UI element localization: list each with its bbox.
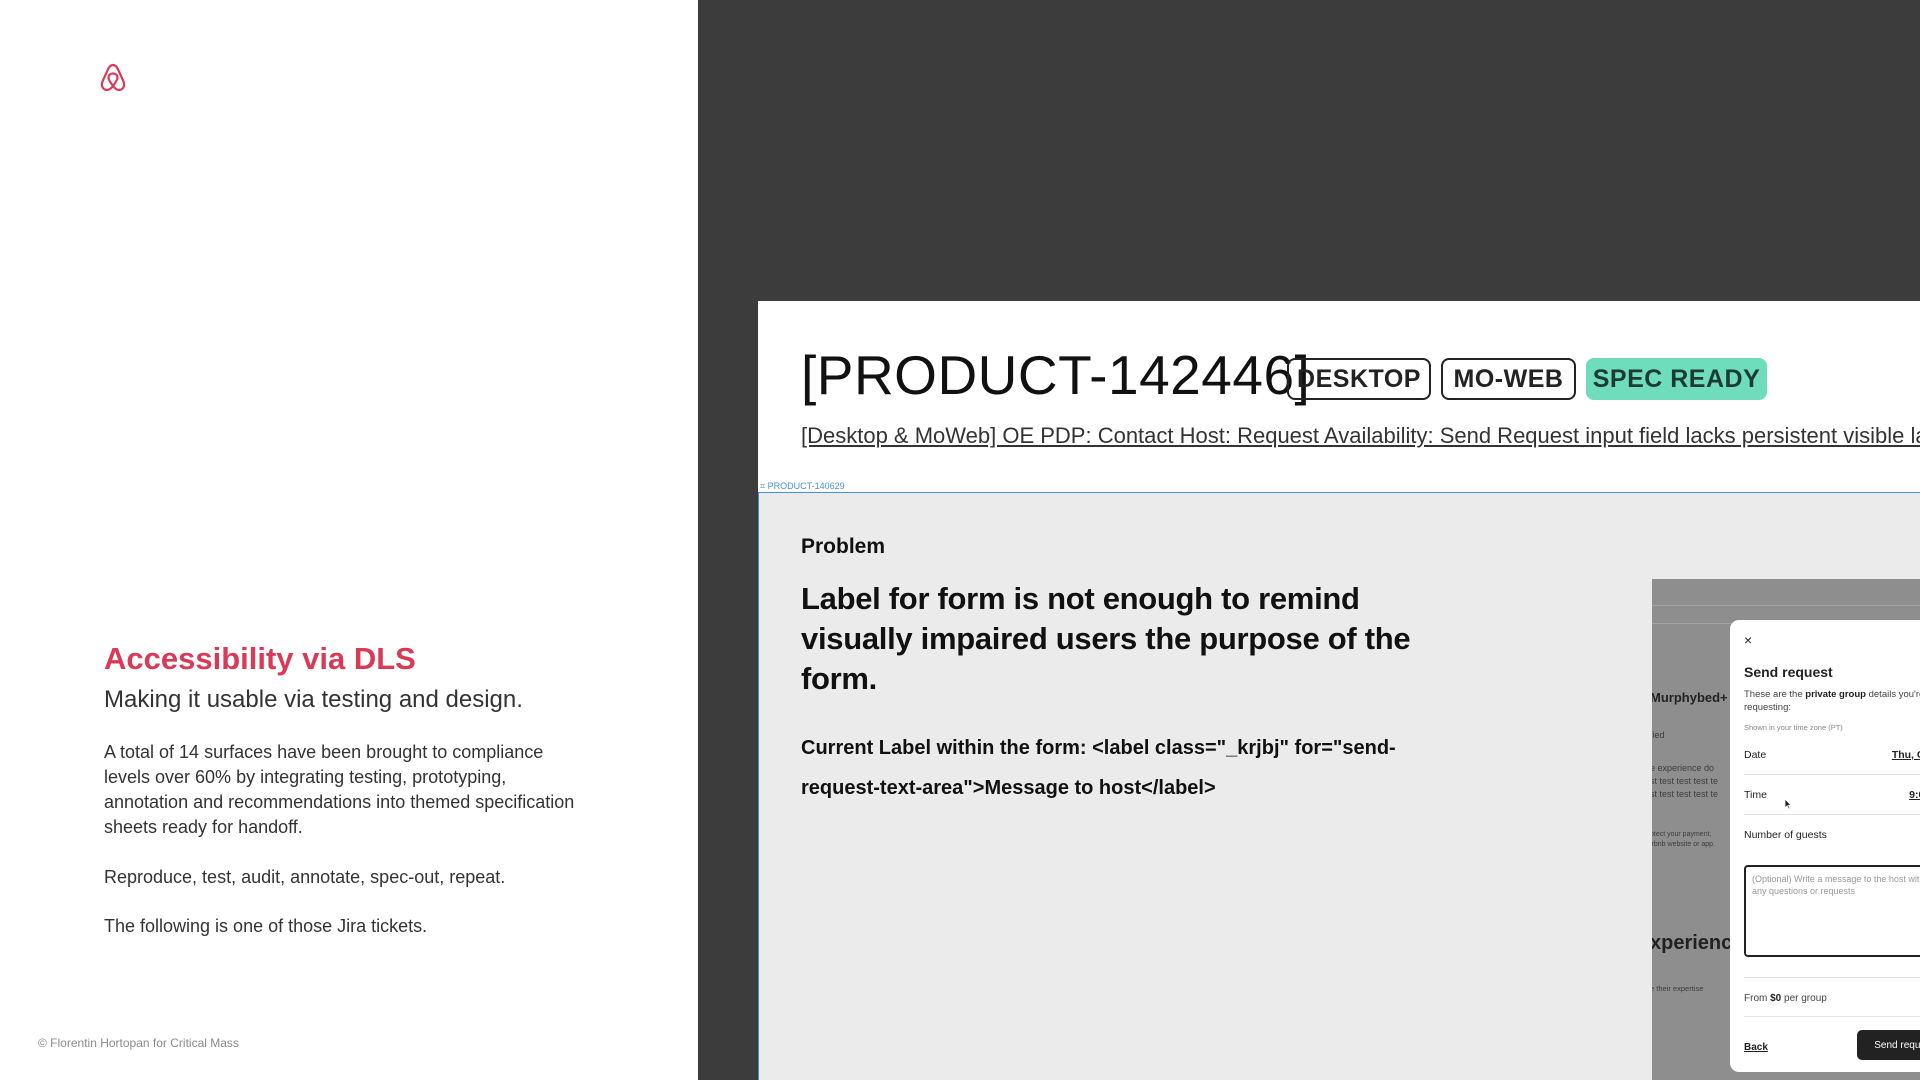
section-heading: Accessibility via DLS xyxy=(104,641,416,676)
time-row: Time 9:00 AM xyxy=(1744,775,1920,815)
section-subheading: Making it usable via testing and design. xyxy=(104,686,523,713)
divider xyxy=(1652,605,1920,606)
message-textarea[interactable]: (Optional) Write a message to the host w… xyxy=(1744,865,1920,957)
ticket-id: [PRODUCT-142446] xyxy=(801,344,1311,406)
guests-label: Number of guests xyxy=(1744,829,1827,841)
date-label: Date xyxy=(1744,748,1767,761)
back-button[interactable]: Back xyxy=(1744,1042,1768,1053)
modal-description: These are the private group details you'… xyxy=(1744,689,1920,713)
cursor-icon xyxy=(1784,798,1792,810)
close-icon[interactable]: × xyxy=(1744,632,1752,648)
process-paragraph: Reproduce, test, audit, annotate, spec-o… xyxy=(104,867,506,887)
tag-spec-ready: SPEC READY xyxy=(1586,358,1767,400)
copyright-text: © Florentin Hortopan for Critical Mass xyxy=(38,1036,239,1050)
jira-ticket-card: [PRODUCT-142446] DESKTOP MO-WEB SPEC REA… xyxy=(758,301,1920,1080)
divider xyxy=(1744,1016,1920,1017)
airbnb-logo-icon xyxy=(100,63,126,92)
bg-listing-title: Murphybed+ xyxy=(1652,690,1728,705)
guests-row: Number of guests 2 xyxy=(1744,815,1920,855)
bg-text: fied xyxy=(1652,730,1665,740)
frame-label: ⌗ PRODUCT-140629 xyxy=(760,481,845,491)
frame-icon: ⌗ xyxy=(760,481,768,491)
price-text: From $0 per group xyxy=(1744,993,1827,1004)
problem-statement: Label for form is not enough to remind v… xyxy=(801,581,1411,696)
problem-frame: Problem Label for form is not enough to … xyxy=(758,492,1920,1080)
bg-text: st test test test te xyxy=(1652,776,1719,786)
right-panel: [PRODUCT-142446] DESKTOP MO-WEB SPEC REA… xyxy=(698,0,1920,1080)
send-request-modal: × Send request These are the private gro… xyxy=(1730,620,1920,1072)
timezone-note: Shown in your time zone (PT) xyxy=(1744,723,1843,732)
ticket-summary-link[interactable]: [Desktop & MoWeb] OE PDP: Contact Host: … xyxy=(801,423,1920,449)
tag-desktop: DESKTOP xyxy=(1287,358,1431,400)
tag-moweb: MO-WEB xyxy=(1441,358,1576,400)
divider xyxy=(1744,977,1920,978)
time-label: Time xyxy=(1744,788,1767,801)
bg-text: e experience do xyxy=(1652,763,1715,773)
current-label-code: Current Label within the form: <label cl… xyxy=(801,737,1396,799)
embedded-screenshot: Murphybed+ fied e experience do st test … xyxy=(1652,579,1920,1080)
send-request-button[interactable]: Send request xyxy=(1857,1030,1920,1060)
date-row: Date Thu, Oct 28 xyxy=(1744,735,1920,775)
problem-title: Problem xyxy=(801,535,886,558)
bg-section-title: xperienc xyxy=(1652,932,1733,954)
modal-title: Send request xyxy=(1744,664,1833,680)
description-paragraph: A total of 14 surfaces have been brought… xyxy=(104,742,575,837)
bg-text: e their expertise xyxy=(1652,984,1704,993)
intro-paragraph: The following is one of those Jira ticke… xyxy=(104,916,428,936)
bg-text: st test test test te xyxy=(1652,789,1719,799)
bg-text: irbnb website or app. xyxy=(1652,841,1715,848)
time-value-link[interactable]: 9:00 AM xyxy=(1909,789,1920,801)
date-value-link[interactable]: Thu, Oct 28 xyxy=(1892,749,1920,761)
left-panel: Accessibility via DLS Making it usable v… xyxy=(0,0,698,1080)
